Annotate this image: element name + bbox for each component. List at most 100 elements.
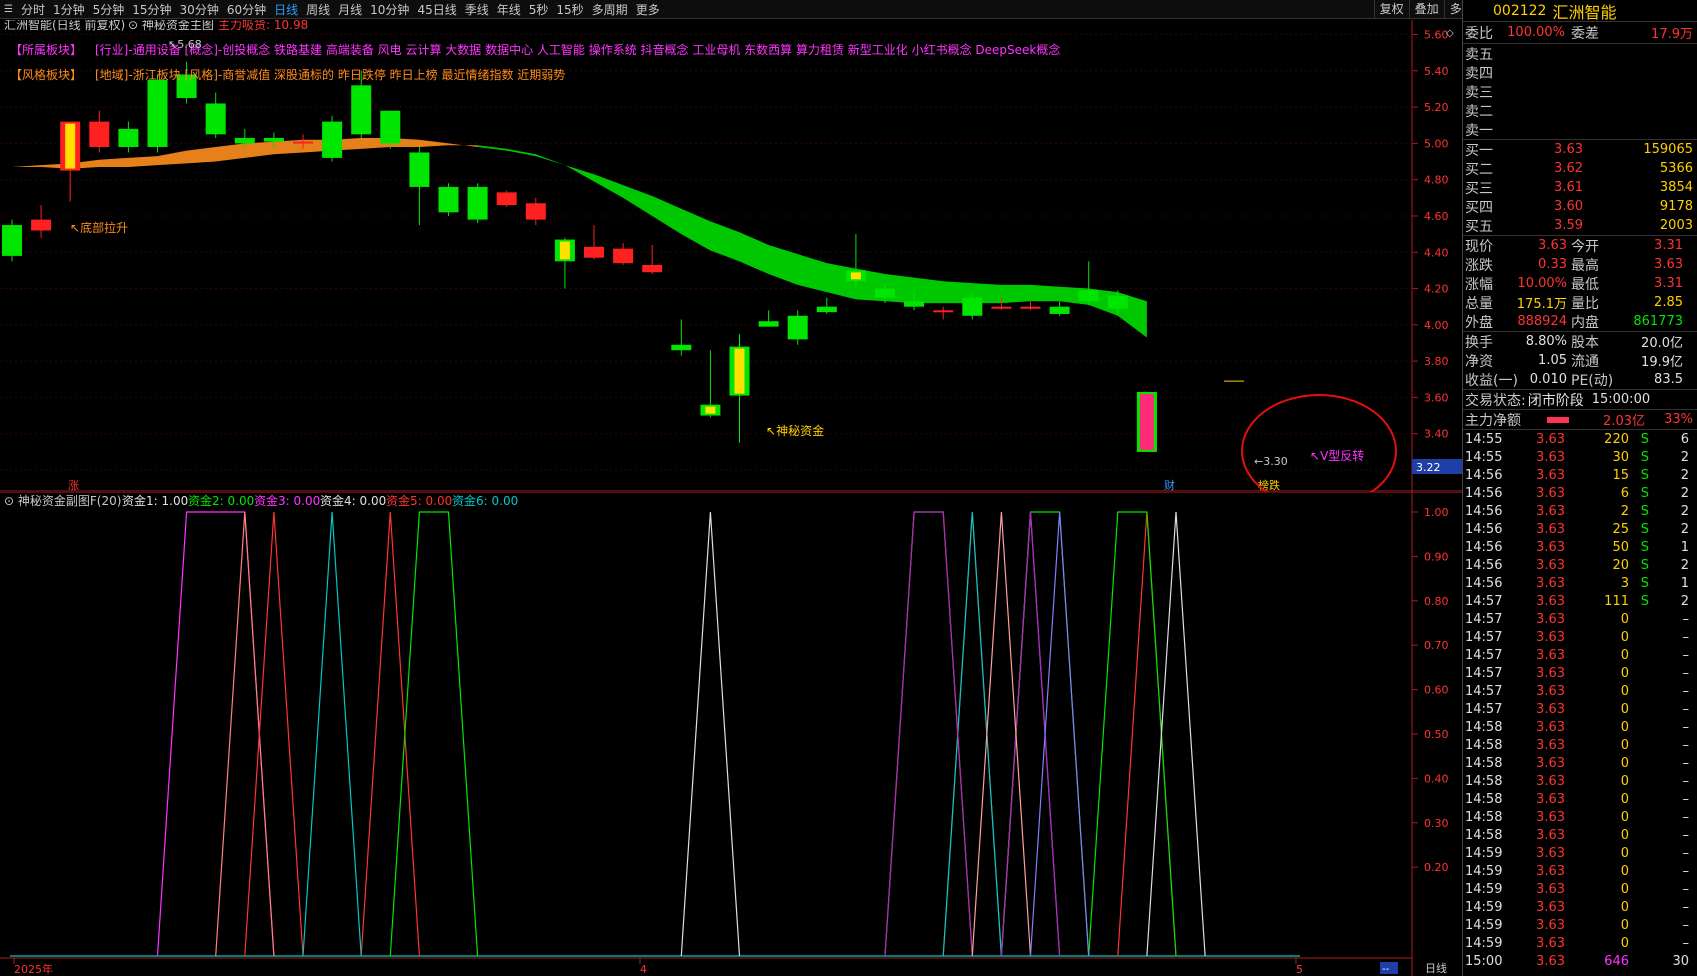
tick-time: 14:59	[1465, 845, 1503, 861]
rise-badge[interactable]: 涨	[68, 479, 79, 492]
tick-side: S	[1640, 539, 1649, 555]
buy-volume: 159065	[1643, 142, 1693, 157]
tick-side: S	[1640, 593, 1649, 609]
timeframe-3[interactable]: 15分钟	[128, 1, 175, 18]
timeframe-15[interactable]: 多周期	[588, 1, 632, 18]
fund-sub-chart[interactable]: 1.00 0.90 0.80 0.70 0.60 0.50 0.40 0.30 0.20 ⊙ 神…	[0, 492, 1462, 976]
tick-count: –	[1682, 683, 1690, 699]
timeframe-16[interactable]: 更多	[632, 1, 664, 18]
x-tick-label: 4	[640, 963, 647, 976]
tick-row: 14:59 3.63 0 –	[1463, 862, 1697, 880]
tick-time: 14:59	[1465, 935, 1503, 951]
y-tick-label: 4.40	[1424, 246, 1449, 259]
timeframe-13[interactable]: 5秒	[525, 1, 553, 18]
sell-label: 卖一	[1465, 122, 1493, 139]
timeframe-4[interactable]: 30分钟	[176, 1, 223, 18]
timeframe-7[interactable]: 周线	[302, 1, 334, 18]
style-text: [地域]-浙江板块 [风格]-商誉减值 深股通标的 昨日跌停 昨日上榜 最近情绪…	[95, 67, 565, 82]
tick-price: 3.63	[1536, 431, 1565, 447]
chart-title: 汇洲智能(日线 前复权)	[4, 20, 125, 32]
candle-highlight	[65, 123, 76, 169]
reversal-candle-inner	[1139, 393, 1154, 450]
candle-body	[351, 85, 372, 135]
tick-time: 14:57	[1465, 683, 1503, 699]
tick-count: –	[1682, 899, 1690, 915]
tick-time: 14:58	[1465, 755, 1503, 771]
tick-row: 14:57 3.63 111 S 2	[1463, 592, 1697, 610]
sell-label: 卖四	[1465, 65, 1493, 82]
tick-price: 3.63	[1536, 791, 1565, 807]
sub-chart-title[interactable]: ⊙ 神秘资金副图F(20)	[4, 493, 121, 508]
timeframe-10[interactable]: 45日线	[413, 1, 460, 18]
candle-body	[671, 344, 692, 351]
timeframe-6[interactable]: 日线	[270, 1, 302, 18]
collapse-icon[interactable]: ◇	[1446, 28, 1454, 39]
tick-side: S	[1640, 521, 1649, 537]
tick-volume: 30	[1612, 449, 1629, 465]
tick-count: 2	[1680, 593, 1689, 609]
sell-row-3: 卖三	[1463, 82, 1697, 101]
tick-row: 14:58 3.63 0 –	[1463, 754, 1697, 772]
buy-row-4: 买四 3.60 9178	[1463, 197, 1697, 216]
list-drop-badge[interactable]: 榜跌	[1258, 478, 1280, 492]
tick-time: 14:59	[1465, 881, 1503, 897]
sell-row-2: 卖四	[1463, 63, 1697, 82]
tick-volume: 0	[1620, 827, 1629, 843]
sell-row-1: 卖五	[1463, 44, 1697, 63]
tick-price: 3.63	[1536, 719, 1565, 735]
legend-item-3: 资金3: 0.00	[254, 493, 320, 508]
tick-count: 30	[1672, 953, 1689, 969]
buy-volume: 3854	[1659, 180, 1693, 195]
legend-item-6: 资金6: 0.00	[452, 493, 518, 508]
buy-row-3: 买三 3.61 3854	[1463, 178, 1697, 197]
tick-volume: 50	[1612, 539, 1629, 555]
candle-body	[642, 264, 663, 273]
y-tick-label: 4.20	[1424, 283, 1449, 296]
y-tick-label: 3.60	[1424, 391, 1449, 404]
main-kline-chart[interactable]: 5.60 5.40 5.20 5.00 4.80 4.60 4.40 4.20 4.00 3.80…	[0, 20, 1462, 492]
timeframe-11[interactable]: 季线	[461, 1, 493, 18]
stat-value: 861773	[1633, 314, 1683, 329]
tick-count: –	[1682, 845, 1690, 861]
candle-body	[322, 121, 343, 158]
candle-body	[467, 186, 488, 220]
tick-time: 14:58	[1465, 737, 1503, 753]
tick-count: 1	[1680, 539, 1689, 555]
stat-label: 内盘	[1571, 314, 1599, 331]
timeframe-bar: ☰ 分时 1分钟 5分钟 15分钟 30分钟 60分钟 日线 周线 月线 10分钟 45日线 季线 年线…	[0, 0, 1462, 19]
stat-label: 今开	[1571, 238, 1599, 255]
stat-value: 3.63	[1654, 257, 1683, 272]
stat-label: 涨跌	[1465, 257, 1493, 274]
candle-body	[991, 306, 1012, 309]
indicator-name[interactable]: ⊙ 神秘资金主图	[128, 20, 214, 32]
sub-y-tick-label: 1.00	[1424, 506, 1449, 519]
main-suck-label: 主力吸货: 10.98	[218, 20, 308, 32]
menu-icon[interactable]: ☰	[0, 4, 17, 15]
timeframe-5[interactable]: 60分钟	[223, 1, 270, 18]
timeframe-8[interactable]: 月线	[334, 1, 366, 18]
tick-count: –	[1682, 809, 1690, 825]
tick-row: 14:59 3.63 0 –	[1463, 844, 1697, 862]
timeframe-2[interactable]: 5分钟	[89, 1, 129, 18]
tick-price: 3.63	[1536, 755, 1565, 771]
tick-price: 3.63	[1536, 683, 1565, 699]
timeframe-9[interactable]: 10分钟	[366, 1, 413, 18]
tick-row: 14:56 3.63 15 S 2	[1463, 466, 1697, 484]
timeframe-12[interactable]: 年线	[493, 1, 525, 18]
timeframe-0[interactable]: 分时	[17, 1, 49, 18]
stat-value: 2.85	[1654, 295, 1683, 310]
candle-body	[89, 121, 110, 148]
timeframe-14[interactable]: 15秒	[552, 1, 587, 18]
finance-badge[interactable]: 财	[1164, 478, 1175, 492]
legend-item-4: 资金4: 0.00	[320, 493, 386, 508]
tick-volume: 0	[1620, 773, 1629, 789]
toolbar-button-1[interactable]: 叠加	[1408, 0, 1444, 19]
stock-name: 汇洲智能	[1552, 2, 1617, 22]
timeframe-1[interactable]: 1分钟	[49, 1, 89, 18]
tick-list[interactable]: 14:55 3.63 220 S 6 14:55 3.63 30 S 2 14:56 3.63 15 S 2…	[1463, 430, 1697, 970]
y-tick-label: 3.80	[1424, 355, 1449, 368]
buy-label: 买三	[1465, 180, 1493, 197]
scroll-marker-text: --	[1382, 964, 1390, 975]
toolbar-button-0[interactable]: 复权	[1373, 0, 1409, 19]
tick-time: 14:55	[1465, 431, 1503, 447]
